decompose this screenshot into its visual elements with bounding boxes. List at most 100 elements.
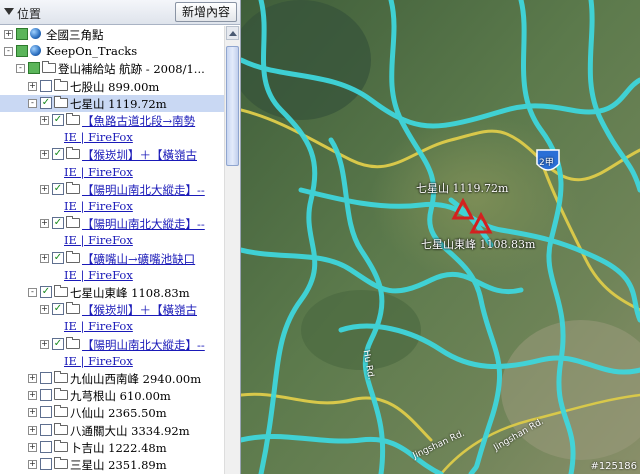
expand-plus-icon[interactable]: + xyxy=(40,253,49,263)
tree-row-link[interactable]: + ✓ 【魚路古道北段→南勢 xyxy=(0,112,224,129)
panel-title: 位置 xyxy=(17,7,42,21)
tree-item-label: KeepOn_Tracks xyxy=(46,44,138,59)
tree-row[interactable]: + 三星山 2351.89m xyxy=(0,456,224,473)
tree-row[interactable]: + 八通關大山 3334.92m xyxy=(0,422,224,439)
tree-row-link[interactable]: + ✓ 【礦嘴山→礦嘴池缺口 xyxy=(0,250,224,267)
collapse-minus-icon[interactable]: - xyxy=(28,288,37,297)
tree-row[interactable]: + 卜吉山 1222.48m xyxy=(0,439,224,456)
expand-plus-icon[interactable]: + xyxy=(40,150,49,160)
expand-plus-icon[interactable]: + xyxy=(28,391,37,401)
expand-plus-icon[interactable]: + xyxy=(40,184,49,194)
folder-icon xyxy=(66,216,80,229)
tree-row-link[interactable]: IE | FireFox xyxy=(0,164,224,181)
track-link[interactable]: 【猴崁圳】＋【橫嶺古 xyxy=(82,147,197,163)
tree-row-link[interactable]: IE | FireFox xyxy=(0,129,224,146)
places-panel: 位置 新增內容 + 全國三角點 - KeepOn_Tracks - 登山補給站 航跡 - … xyxy=(0,0,241,474)
track-link[interactable]: 【礦嘴山→礦嘴池缺口 xyxy=(82,251,195,267)
tree-row-link[interactable]: IE | FireFox xyxy=(0,198,224,215)
folder-icon xyxy=(54,371,68,383)
tree-row-link[interactable]: + ✓ 【陽明山南北大縱走】-- xyxy=(0,215,224,232)
track-link[interactable]: IE | FireFox xyxy=(64,130,133,144)
tree-row-link[interactable]: IE | FireFox xyxy=(0,232,224,249)
peak-label-qixing[interactable]: 七星山 1119.72m xyxy=(416,180,508,196)
visibility-checkbox[interactable] xyxy=(40,423,52,436)
tree-row[interactable]: - ✓ 七星山 1119.72m xyxy=(0,94,224,112)
tree-row-link[interactable]: IE | FireFox xyxy=(0,318,224,335)
expand-plus-icon[interactable]: + xyxy=(28,81,37,91)
visibility-checkbox[interactable] xyxy=(40,458,52,470)
folder-icon xyxy=(54,439,68,452)
tree-item-label: 七星山 1119.72m xyxy=(70,96,167,111)
visibility-checkbox[interactable]: ✓ xyxy=(52,148,64,161)
track-link[interactable]: IE | FireFox xyxy=(64,268,133,282)
tree-item-label: 七股山 899.00m xyxy=(70,79,160,94)
visibility-checkbox[interactable] xyxy=(40,440,52,453)
tree-item-label: 八通關大山 3334.92m xyxy=(70,423,190,438)
track-link[interactable]: IE | FireFox xyxy=(64,354,133,368)
expand-plus-icon[interactable]: + xyxy=(28,425,37,435)
peak-label-qixing-east[interactable]: 七星山東峰 1108.83m xyxy=(421,236,535,252)
collapse-triangle-icon[interactable] xyxy=(4,8,14,15)
track-link[interactable]: IE | FireFox xyxy=(64,165,133,179)
tree-row-link[interactable]: + ✓ 【陽明山南北大縱走】-- xyxy=(0,336,224,353)
visibility-checkbox[interactable] xyxy=(40,79,52,92)
expand-plus-icon[interactable]: + xyxy=(28,374,37,383)
visibility-checkbox[interactable]: ✓ xyxy=(52,182,64,195)
tree-row-link[interactable]: + ✓ 【猴崁圳】＋【橫嶺古 xyxy=(0,146,224,163)
collapse-minus-icon[interactable]: - xyxy=(28,98,37,108)
track-link[interactable]: IE | FireFox xyxy=(64,199,133,213)
track-link[interactable]: 【陽明山南北大縱走】-- xyxy=(82,337,205,353)
tree-scrollbar[interactable] xyxy=(224,26,240,474)
track-link[interactable]: IE | FireFox xyxy=(64,319,133,333)
visibility-checkbox[interactable]: ✓ xyxy=(52,337,64,350)
expand-plus-icon[interactable]: + xyxy=(28,408,37,418)
visibility-checkbox[interactable] xyxy=(40,389,52,402)
visibility-checkbox[interactable] xyxy=(28,62,40,75)
folder-icon xyxy=(66,336,80,349)
tree-item-label: 全國三角點 xyxy=(46,28,104,42)
visibility-checkbox[interactable]: ✓ xyxy=(40,286,52,298)
visibility-checkbox[interactable] xyxy=(16,45,28,58)
panel-header: 位置 新增內容 xyxy=(0,0,240,25)
tree-row-link[interactable]: IE | FireFox xyxy=(0,353,224,370)
visibility-checkbox[interactable]: ✓ xyxy=(52,114,64,126)
visibility-checkbox[interactable] xyxy=(40,372,52,384)
tree-row-link[interactable]: + ✓ 【陽明山南北大縱走】-- xyxy=(0,181,224,198)
tree-row[interactable]: + 九仙山西南峰 2940.00m xyxy=(0,370,224,387)
expand-plus-icon[interactable]: + xyxy=(4,30,13,39)
expand-plus-icon[interactable]: + xyxy=(40,116,49,125)
visibility-checkbox[interactable]: ✓ xyxy=(52,251,64,264)
visibility-checkbox[interactable]: ✓ xyxy=(40,96,52,109)
expand-plus-icon[interactable]: + xyxy=(40,339,49,349)
collapse-minus-icon[interactable]: - xyxy=(16,64,25,74)
tree-row[interactable]: - KeepOn_Tracks xyxy=(0,43,224,60)
tree-item-label: 七星山東峰 1108.83m xyxy=(70,286,190,300)
collapse-minus-icon[interactable]: - xyxy=(4,47,13,57)
expand-plus-icon[interactable]: + xyxy=(40,219,49,229)
tree-row[interactable]: + 八仙山 2365.50m xyxy=(0,404,224,421)
track-link[interactable]: 【陽明山南北大縱走】-- xyxy=(82,216,205,232)
tree-row-link[interactable]: IE | FireFox xyxy=(0,267,224,284)
tree-row[interactable]: - 登山補給站 航跡 - 2008/1... xyxy=(0,60,224,77)
tree-row[interactable]: + 七股山 899.00m xyxy=(0,78,224,95)
visibility-checkbox[interactable]: ✓ xyxy=(52,303,64,316)
tree-row[interactable]: + 全國三角點 xyxy=(0,26,224,43)
tree-row[interactable]: - ✓ 七星山東峰 1108.83m xyxy=(0,284,224,301)
tree-row[interactable]: + 九芎根山 610.00m xyxy=(0,387,224,404)
track-link[interactable]: IE | FireFox xyxy=(64,233,133,247)
track-link[interactable]: 【猴崁圳】＋【橫嶺古 xyxy=(82,302,197,318)
map-view[interactable]: 2甲 七星山 1119.72m 七星山東峰 1108.83m Hu Rd. Ji… xyxy=(241,0,640,474)
expand-plus-icon[interactable]: + xyxy=(28,442,37,452)
expand-plus-icon[interactable]: + xyxy=(28,460,37,469)
track-link[interactable]: 【陽明山南北大縱走】-- xyxy=(82,182,205,198)
visibility-checkbox[interactable] xyxy=(16,28,28,40)
folder-icon xyxy=(66,147,80,160)
scroll-up-arrow-icon[interactable] xyxy=(226,26,239,40)
tree-row-link[interactable]: + ✓ 【猴崁圳】＋【橫嶺古 xyxy=(0,301,224,318)
expand-plus-icon[interactable]: + xyxy=(40,305,49,315)
scroll-thumb[interactable] xyxy=(226,46,239,166)
visibility-checkbox[interactable] xyxy=(40,406,52,419)
visibility-checkbox[interactable]: ✓ xyxy=(52,217,64,230)
track-link[interactable]: 【魚路古道北段→南勢 xyxy=(82,113,195,129)
add-content-button[interactable]: 新增內容 xyxy=(174,2,237,22)
